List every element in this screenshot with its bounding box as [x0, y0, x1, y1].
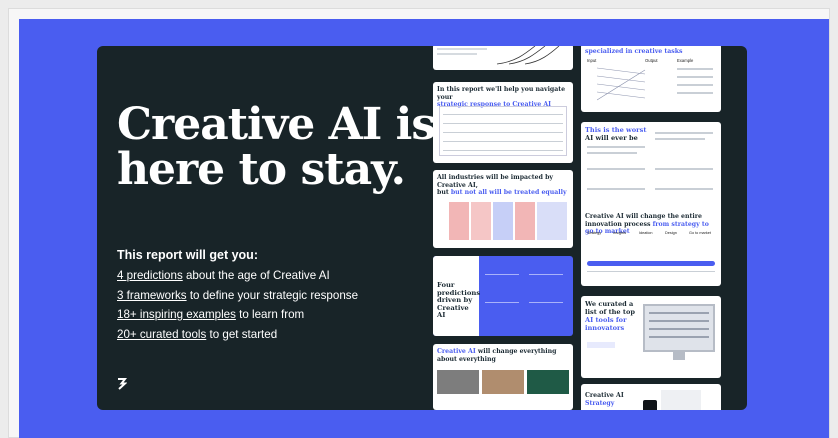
slide-chart-top: [433, 46, 573, 70]
report-preview-gallery: In this report we'll help you navigate y…: [97, 46, 747, 410]
slide-ai-strategy: Creative AI Strategy: [581, 384, 721, 410]
slide-industries-impact: All industries will be impacted by Creat…: [433, 170, 573, 248]
slide-worst-ai: This is the worst AI will ever be: [581, 122, 721, 216]
slide-navigate-strategy: In this report we'll help you navigate y…: [433, 82, 573, 163]
slide-innovation-process: Creative AI will change the entire innov…: [581, 209, 721, 286]
slide-four-predictions: Four predictions driven by Creative AI: [433, 256, 573, 336]
slide-change-everything: Creative AI will change everything about…: [433, 344, 573, 410]
slide-ai-tools: We curated a list of the top AI tools fo…: [581, 296, 721, 378]
report-promo-card: Creative AI is here to stay. This report…: [97, 46, 747, 410]
slide-specialized-tasks: specialized in creative tasks Input Outp…: [581, 46, 721, 112]
